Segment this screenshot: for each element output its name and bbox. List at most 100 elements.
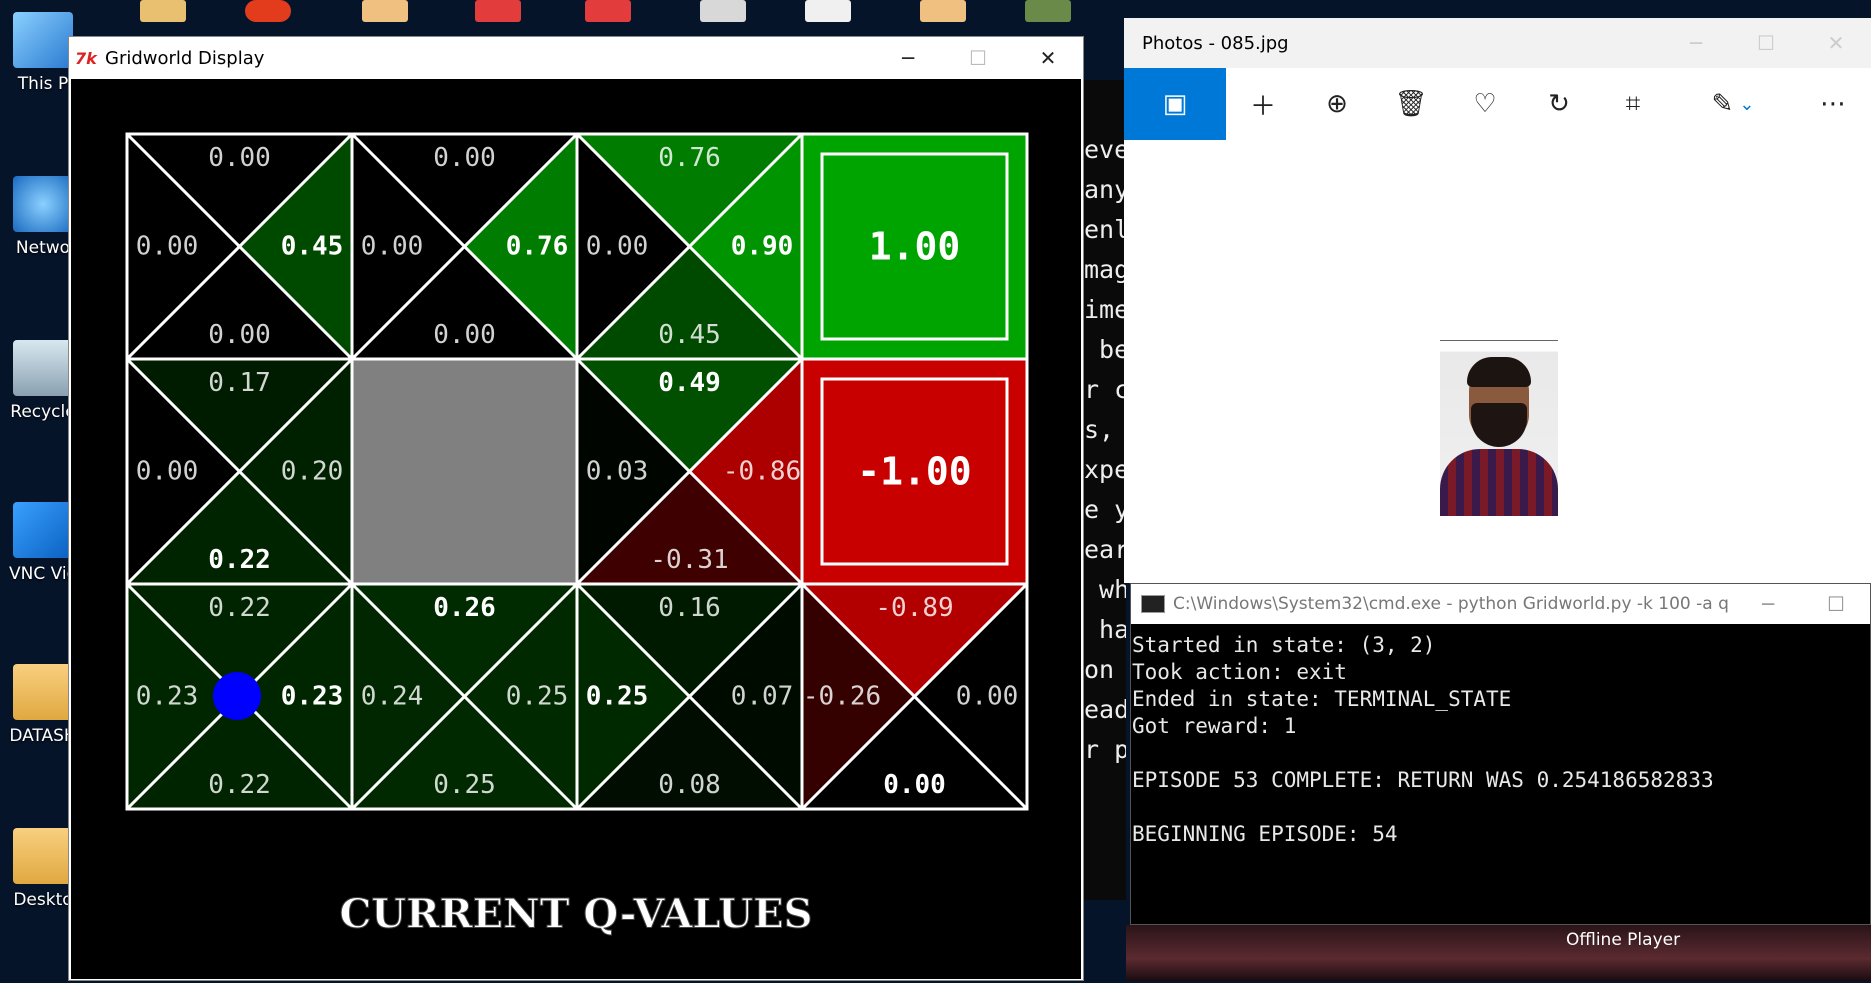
terminal-value: -1.00 [857, 450, 971, 494]
q-value-north: 0.00 [208, 143, 271, 173]
q-value-south: 0.00 [208, 320, 271, 350]
desktop-thumb[interactable] [140, 0, 186, 22]
agent-marker [213, 672, 261, 720]
rotate-button[interactable]: ↻ [1522, 68, 1596, 140]
crop-icon: ⌗ [1625, 88, 1641, 119]
desktop-thumb[interactable] [700, 0, 746, 22]
computer-icon [13, 12, 73, 68]
chevron-down-icon: ⌄ [1739, 93, 1755, 115]
desktop-thumb[interactable] [1025, 0, 1071, 22]
window-title: Gridworld Display [105, 47, 265, 69]
vnc-viewer-icon [13, 502, 73, 558]
edit-draw-icon: ✎ [1711, 89, 1734, 119]
q-value-east: 0.20 [281, 457, 344, 487]
cmd-titlebar[interactable]: C:\Windows\System32\cmd.exe - python Gri… [1131, 584, 1870, 624]
maximize-button[interactable]: ☐ [943, 37, 1013, 79]
zoom-button[interactable]: ⊕ [1300, 68, 1374, 140]
console-line: BEGINNING EPISODE: 54 [1132, 822, 1398, 846]
q-value-south: 0.45 [658, 320, 721, 350]
desktop-thumb[interactable] [920, 0, 966, 22]
console-line: Started in state: (3, 2) [1132, 633, 1436, 657]
q-value-east: 0.00 [956, 682, 1019, 712]
gridworld-window[interactable]: 7k Gridworld Display ─ ☐ ✕ 0.00 0.45 0.00 0… [68, 36, 1084, 981]
recycle-bin-icon [13, 340, 73, 396]
q-value-west: 0.00 [136, 232, 199, 262]
close-button[interactable]: ✕ [1013, 37, 1083, 79]
q-value-north: 0.00 [433, 143, 496, 173]
desktop-thumb[interactable] [585, 0, 631, 22]
desktop-thumb[interactable] [805, 0, 851, 22]
desktop-thumb[interactable] [362, 0, 408, 22]
pdf-folder-icon [13, 664, 73, 720]
maximize-button[interactable]: ☐ [1802, 583, 1870, 625]
image-view-button[interactable]: ▣ [1124, 68, 1226, 140]
q-value-south: 0.22 [208, 770, 271, 800]
q-value-north: 0.17 [208, 368, 271, 398]
plus-icon: ＋ [1249, 91, 1276, 122]
q-value-south: 0.08 [658, 770, 721, 800]
background-photo: Offline Player [1126, 925, 1871, 981]
grid-caption: CURRENT Q-VALUES [339, 891, 812, 938]
minimize-button[interactable]: ─ [1734, 583, 1802, 625]
window-title: Photos - 085.jpg [1142, 32, 1289, 54]
photos-window[interactable]: Photos - 085.jpg ─ ☐ ✕ ▣ ＋ ⊕ 🗑 ♡ ↻ ⌗ ✎ ⌄ ⋯ [1124, 18, 1871, 583]
q-value-east: 0.25 [506, 682, 569, 712]
q-value-north: 0.16 [658, 593, 721, 623]
q-value-west: 0.00 [361, 232, 424, 262]
close-button[interactable]: ✕ [1801, 22, 1871, 64]
q-value-west: 0.23 [136, 682, 199, 712]
desktop-thumb[interactable] [475, 0, 521, 22]
desktop-thumb[interactable] [245, 0, 291, 22]
rotate-icon: ↻ [1548, 89, 1570, 119]
zoom-in-icon: ⊕ [1326, 89, 1348, 119]
q-value-grid: 0.00 0.45 0.00 0.00 0.00 0.76 0.00 0.00 0.76 0.90… [125, 132, 1029, 938]
edit-button[interactable]: ✎ ⌄ [1696, 68, 1770, 140]
q-value-west: 0.00 [586, 232, 649, 262]
q-value-north: 0.26 [433, 593, 496, 623]
background-terminal-text: eve any enl mag ime be r c s, xpe e y ea… [1084, 135, 1126, 764]
tk-feather-icon: 7k [75, 49, 97, 68]
portrait-photo[interactable] [1440, 340, 1558, 516]
terminal-value: 1.00 [869, 225, 961, 269]
trash-icon: 🗑 [1394, 89, 1428, 119]
add-button[interactable]: ＋ [1226, 68, 1300, 140]
q-value-south: 0.00 [433, 320, 496, 350]
q-value-west: 0.03 [586, 457, 649, 487]
q-value-west: 0.00 [136, 457, 199, 487]
console-output[interactable]: Started in state: (3, 2) Took action: exi… [1131, 624, 1870, 848]
q-value-south: -0.31 [650, 545, 728, 575]
minimize-button[interactable]: ─ [873, 37, 943, 79]
heart-icon: ♡ [1473, 89, 1497, 119]
q-value-east: 0.23 [281, 682, 344, 712]
console-line: EPISODE 53 COMPLETE: RETURN WAS 0.254186… [1132, 768, 1714, 792]
more-button[interactable]: ⋯ [1796, 68, 1870, 140]
q-value-south: 0.25 [433, 770, 496, 800]
q-value-east: 0.76 [506, 232, 569, 262]
photos-titlebar[interactable]: Photos - 085.jpg ─ ☐ ✕ [1124, 18, 1871, 68]
window-title: C:\Windows\System32\cmd.exe - python Gri… [1173, 594, 1734, 614]
q-value-west: 0.25 [586, 682, 649, 712]
crop-button[interactable]: ⌗ [1596, 68, 1670, 140]
q-value-north: -0.89 [875, 593, 953, 623]
q-value-north: 0.22 [208, 593, 271, 623]
gridworld-canvas[interactable]: 0.00 0.45 0.00 0.00 0.00 0.76 0.00 0.00 0.76 0.90… [71, 79, 1081, 979]
q-value-west: -0.26 [803, 682, 881, 712]
console-line: Got reward: 1 [1132, 714, 1297, 738]
gridworld-titlebar[interactable]: 7k Gridworld Display ─ ☐ ✕ [69, 37, 1083, 79]
q-value-north: 0.49 [658, 368, 721, 398]
delete-button[interactable]: 🗑 [1374, 68, 1448, 140]
q-value-south: 0.00 [883, 770, 946, 800]
console-line: Took action: exit [1132, 660, 1347, 684]
more-icon: ⋯ [1820, 89, 1846, 119]
minimize-button[interactable]: ─ [1661, 22, 1731, 64]
maximize-button[interactable]: ☐ [1731, 22, 1801, 64]
cmd-window[interactable]: C:\Windows\System32\cmd.exe - python Gri… [1130, 583, 1871, 925]
console-line: Ended in state: TERMINAL_STATE [1132, 687, 1512, 711]
q-value-east: 0.45 [281, 232, 344, 262]
cmd-icon [1141, 595, 1165, 613]
q-value-west: 0.24 [361, 682, 424, 712]
image-icon: ▣ [1162, 89, 1188, 119]
favorite-button[interactable]: ♡ [1448, 68, 1522, 140]
